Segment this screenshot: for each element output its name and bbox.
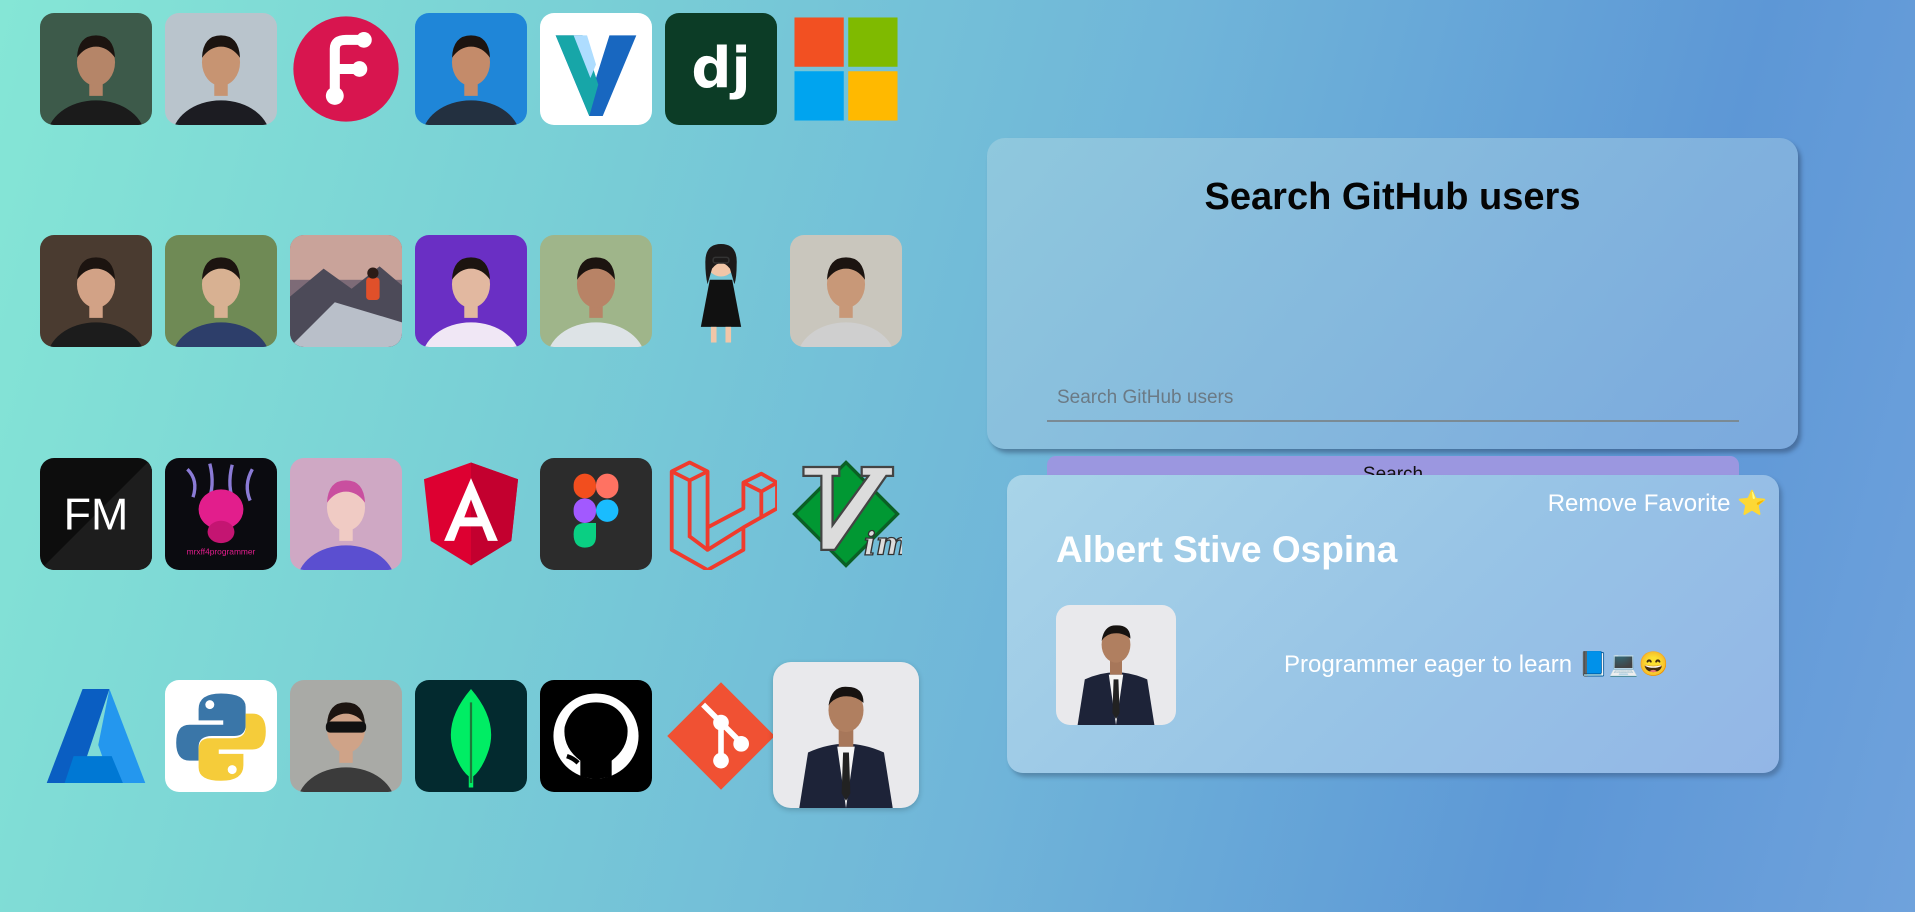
svg-text:dj: dj bbox=[691, 36, 750, 101]
search-title: Search GitHub users bbox=[1204, 176, 1581, 218]
user-avatar-3[interactable] bbox=[415, 13, 527, 125]
remove-favorite-button[interactable]: Remove Favorite ⭐ bbox=[1548, 489, 1767, 518]
user-avatar-2[interactable] bbox=[165, 13, 277, 125]
user-avatar-10[interactable] bbox=[790, 235, 902, 347]
laravel-logo-avatar[interactable] bbox=[665, 458, 777, 570]
search-card: Search GitHub users Search bbox=[987, 138, 1798, 493]
svg-text:FM: FM bbox=[64, 490, 129, 540]
user-avatar-5[interactable] bbox=[165, 235, 277, 347]
mongodb-logo-avatar[interactable] bbox=[415, 680, 527, 792]
figma-logo-avatar[interactable] bbox=[540, 458, 652, 570]
django-logo-avatar[interactable]: dj bbox=[665, 13, 777, 125]
vim-logo-avatar[interactable]: im bbox=[790, 458, 902, 570]
svg-text:im: im bbox=[864, 526, 902, 562]
git-logo-avatar[interactable] bbox=[665, 680, 777, 792]
user-avatar-1[interactable] bbox=[40, 13, 152, 125]
svg-text:mrxff4programmer: mrxff4programmer bbox=[187, 546, 256, 556]
user-avatar-11[interactable]: mrxff4programmer bbox=[165, 458, 277, 570]
profile-avatar bbox=[1056, 605, 1176, 725]
github-logo-avatar[interactable] bbox=[540, 680, 652, 792]
microsoft-logo-avatar[interactable] bbox=[790, 13, 902, 125]
user-avatar-12[interactable] bbox=[290, 458, 402, 570]
angular-logo-avatar[interactable] bbox=[415, 458, 527, 570]
user-avatar-9[interactable] bbox=[665, 235, 777, 347]
frontend-mentor-logo-avatar[interactable]: FM bbox=[40, 458, 152, 570]
user-name: Albert Stive Ospina bbox=[1056, 529, 1398, 570]
search-input[interactable] bbox=[1047, 376, 1739, 422]
azure-logo-avatar[interactable] bbox=[40, 680, 152, 792]
selected-user-avatar[interactable] bbox=[773, 662, 919, 808]
favorites-grid: dj FM mrxff4programmer im bbox=[0, 0, 960, 912]
user-avatar-4[interactable] bbox=[40, 235, 152, 347]
user-avatar-13[interactable] bbox=[290, 680, 402, 792]
user-avatar-7[interactable] bbox=[415, 235, 527, 347]
fork-logo-avatar[interactable] bbox=[290, 13, 402, 125]
vuetify-logo-avatar[interactable] bbox=[540, 13, 652, 125]
user-profile-card: Remove Favorite ⭐ Albert Stive Ospina Pr… bbox=[1007, 475, 1779, 773]
python-logo-avatar[interactable] bbox=[165, 680, 277, 792]
user-bio: Programmer eager to learn 📘💻😄 bbox=[1284, 651, 1669, 678]
user-avatar-6[interactable] bbox=[290, 235, 402, 347]
user-avatar-8[interactable] bbox=[540, 235, 652, 347]
